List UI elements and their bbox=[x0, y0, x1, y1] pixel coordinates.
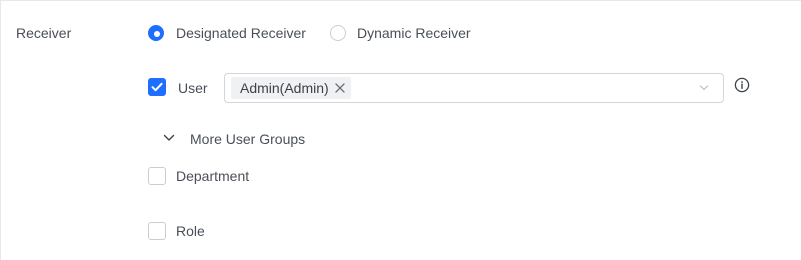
role-checkbox[interactable] bbox=[148, 222, 166, 240]
department-checkbox[interactable] bbox=[148, 167, 166, 185]
designated-receiver-label[interactable]: Designated Receiver bbox=[176, 23, 306, 43]
designated-receiver-radio[interactable] bbox=[148, 25, 164, 41]
selected-user-tag-label: Admin(Admin) bbox=[240, 80, 329, 96]
dynamic-receiver-label[interactable]: Dynamic Receiver bbox=[357, 23, 471, 43]
user-checkbox[interactable] bbox=[148, 78, 166, 96]
user-label[interactable]: User bbox=[178, 78, 208, 98]
receiver-field-label: Receiver bbox=[16, 25, 72, 41]
chevron-down-icon[interactable] bbox=[699, 84, 709, 92]
remove-tag-icon[interactable] bbox=[335, 83, 345, 93]
info-icon[interactable] bbox=[734, 77, 750, 93]
user-select[interactable]: Admin(Admin) bbox=[224, 73, 724, 103]
checkmark-icon bbox=[151, 82, 163, 92]
selected-user-tag: Admin(Admin) bbox=[231, 77, 351, 99]
dynamic-receiver-radio[interactable] bbox=[330, 25, 346, 41]
receiver-form-section: Receiver Designated Receiver Dynamic Rec… bbox=[0, 0, 801, 260]
expand-chevron-icon[interactable] bbox=[163, 133, 175, 143]
role-label[interactable]: Role bbox=[176, 221, 205, 241]
department-label[interactable]: Department bbox=[176, 166, 249, 186]
more-user-groups-toggle[interactable]: More User Groups bbox=[190, 129, 305, 149]
